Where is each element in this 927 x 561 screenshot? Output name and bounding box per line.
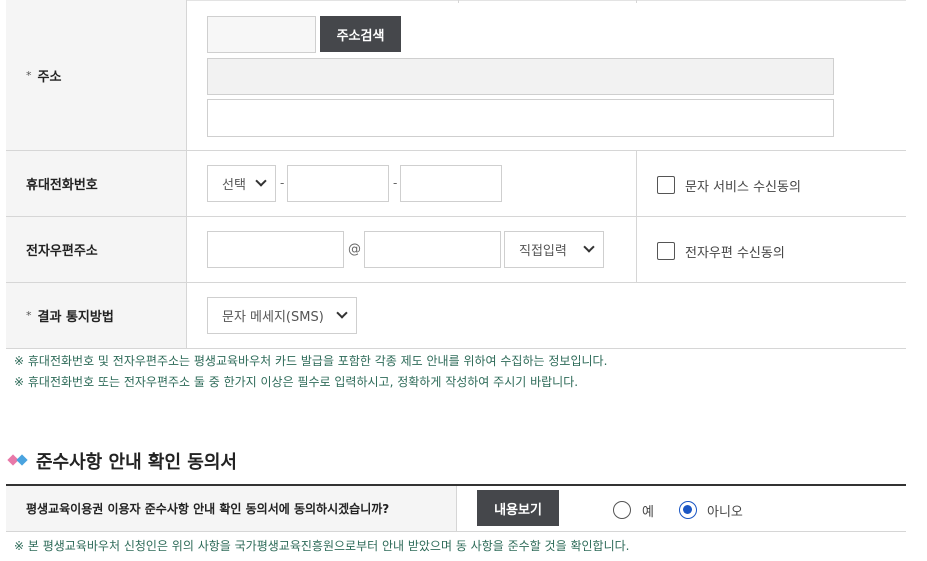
info-note: ※ 휴대전화번호 및 전자우편주소는 평생교육바우처 카드 발급을 포함한 각종… [14,354,608,368]
email-label-cell: 전자우편주소 [6,217,186,282]
address-label-cell: * 주소 [6,0,186,150]
postcode-input[interactable] [207,16,316,53]
diamond-icon [16,454,28,466]
address-main-input[interactable] [207,58,834,95]
section-bottom-border [6,531,906,532]
mobile-carrier-select[interactable]: 선택 [207,165,276,202]
required-mark: * [26,68,32,82]
info-note: ※ 휴대전화번호 또는 전자우편주소 둘 중 한가지 이상은 필수로 입력하시고… [14,375,579,389]
mobile-carrier-value: 선택 [222,178,246,193]
compliance-note: ※ 본 평생교육바우처 신청인은 위의 사항을 국가평생교육진흥원으로부터 안내… [14,539,630,553]
notify-method-value: 문자 메세지(SMS) [222,310,324,325]
row-divider [6,348,906,349]
compliance-question-cell: 평생교육이용권 이용자 준수사항 안내 확인 동의서에 동의하시겠습니까? [6,486,456,531]
email-domain-input[interactable] [364,231,501,268]
view-content-button[interactable]: 내용보기 [477,490,559,526]
phone-separator: - [393,176,398,190]
email-domain-value: 직접입력 [519,244,567,259]
notify-label-cell: * 결과 통지방법 [6,283,186,348]
chevron-down-icon [255,175,267,187]
email-at-sign: @ [348,242,361,257]
notify-method-select[interactable]: 문자 메세지(SMS) [207,297,357,334]
agree-no-radio[interactable] [679,501,697,519]
agree-yes-radio[interactable] [613,501,631,519]
email-consent-label[interactable]: 전자우편 수신동의 [685,242,785,261]
email-domain-select[interactable]: 직접입력 [504,231,604,268]
email-consent-checkbox[interactable] [657,242,675,260]
notify-label: 결과 통지방법 [37,310,114,325]
top-cell-divider [636,0,637,3]
mobile-middle-input[interactable] [287,165,389,202]
mobile-label: 휴대전화번호 [26,178,98,193]
chevron-down-icon [336,307,348,319]
section-title: 준수사항 안내 확인 동의서 [36,452,237,473]
label-divider [186,0,187,348]
mobile-last-input[interactable] [400,165,502,202]
email-label: 전자우편주소 [26,244,98,259]
question-divider [456,486,457,531]
address-label: 주소 [37,69,62,85]
required-mark: * [26,309,32,322]
top-cell-divider [458,0,459,3]
agree-yes-label[interactable]: 예 [642,501,654,520]
address-search-button[interactable]: 주소검색 [320,16,401,52]
agree-no-label[interactable]: 아니오 [707,501,743,520]
sms-consent-checkbox[interactable] [657,176,675,194]
chevron-down-icon [583,241,595,253]
email-id-input[interactable] [207,231,344,268]
sms-consent-label[interactable]: 문자 서비스 수신동의 [685,176,801,195]
phone-separator: - [280,176,285,190]
compliance-question: 평생교육이용권 이용자 준수사항 안내 확인 동의서에 동의하시겠습니까? [26,502,390,516]
mobile-label-cell: 휴대전화번호 [6,151,186,216]
address-detail-input[interactable] [207,99,834,137]
